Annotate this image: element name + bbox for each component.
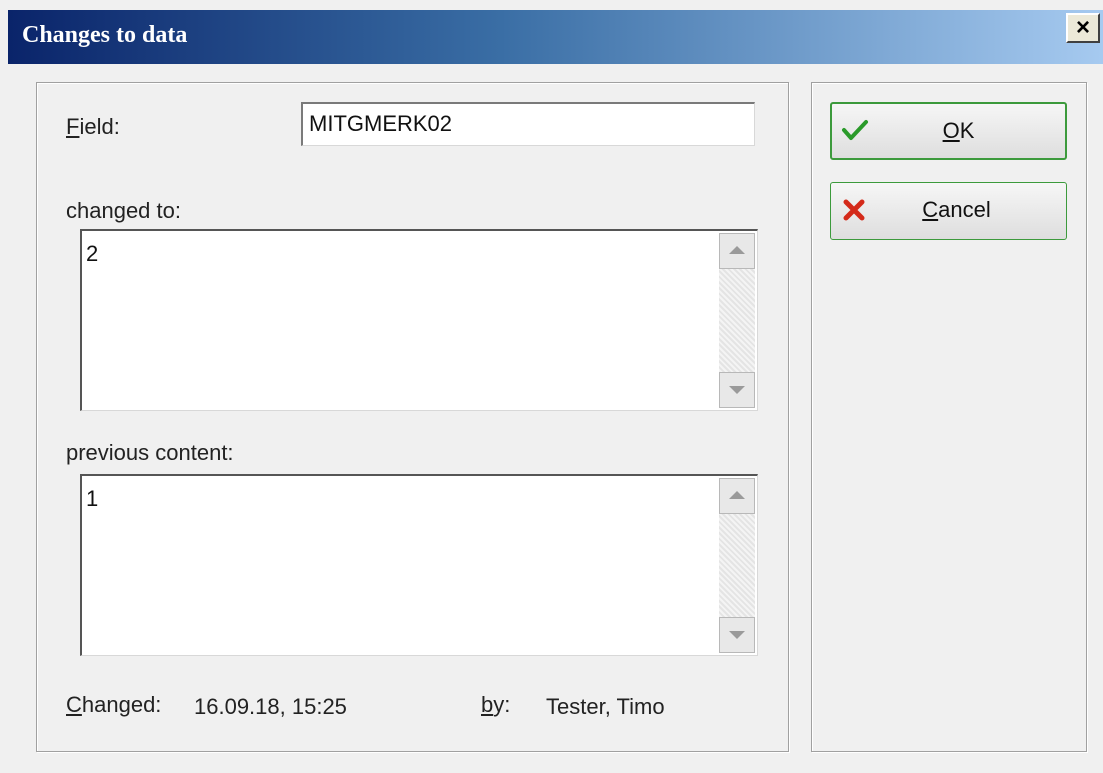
changed-to-value: 2 <box>86 241 99 266</box>
changed-timestamp: 16.09.18, 15:25 <box>194 694 347 719</box>
ok-button[interactable]: OK <box>830 102 1067 160</box>
scroll-up-button[interactable] <box>719 233 755 269</box>
previous-content-scrollbar[interactable] <box>719 478 755 653</box>
cancel-button[interactable]: Cancel <box>830 182 1067 240</box>
scroll-down-button[interactable] <box>719 372 755 408</box>
changed-label: Changed: <box>66 692 162 717</box>
window-title: Changes to data <box>22 22 188 48</box>
changed-by-user: Tester, Timo <box>546 694 665 719</box>
cancel-button-label: Cancel <box>922 197 991 222</box>
by-label: by: <box>481 692 511 717</box>
field-value: MITGMERK02 <box>309 111 453 136</box>
close-icon: × <box>1075 14 1090 41</box>
ok-button-label: OK <box>942 118 975 143</box>
previous-content-value: 1 <box>86 486 99 511</box>
title-bar: Changes to data <box>8 10 1103 64</box>
field-label: Field: <box>66 114 120 139</box>
chevron-down-icon <box>729 631 745 639</box>
field-input[interactable]: MITGMERK02 <box>301 102 755 146</box>
previous-content-label: previous content: <box>66 440 234 465</box>
changed-to-label: changed to: <box>66 198 181 223</box>
scroll-up-button[interactable] <box>719 478 755 514</box>
scroll-down-button[interactable] <box>719 617 755 653</box>
changed-to-scrollbar[interactable] <box>719 233 755 408</box>
chevron-up-icon <box>729 491 745 499</box>
chevron-down-icon <box>729 386 745 394</box>
chevron-up-icon <box>729 246 745 254</box>
changed-to-textarea[interactable]: 2 <box>80 229 758 411</box>
previous-content-textarea[interactable]: 1 <box>80 474 758 656</box>
close-button[interactable]: × <box>1066 13 1100 43</box>
